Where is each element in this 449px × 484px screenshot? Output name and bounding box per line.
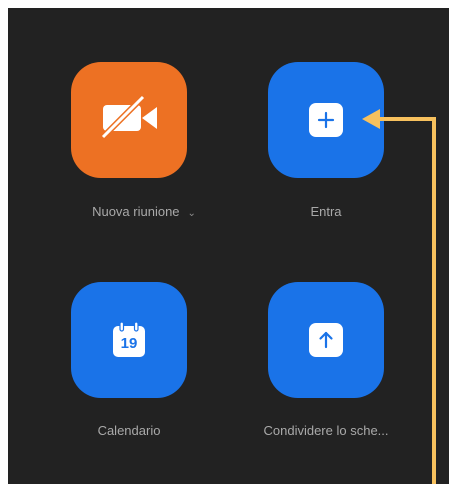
new-meeting-label[interactable]: Nuova riunione ⌄ xyxy=(92,204,196,219)
plus-icon xyxy=(309,103,343,137)
chevron-down-icon[interactable]: ⌄ xyxy=(188,208,196,219)
arrow-up-icon xyxy=(309,323,343,357)
schedule-label[interactable]: Calendario xyxy=(98,423,161,438)
video-off-icon xyxy=(97,93,161,148)
join-button[interactable] xyxy=(268,62,384,178)
schedule-button[interactable]: 19 xyxy=(71,282,187,398)
new-meeting-button[interactable] xyxy=(71,62,187,178)
share-screen-button[interactable] xyxy=(268,282,384,398)
home-panel: Nuova riunione ⌄ Entra 19 Calendario Con… xyxy=(8,8,449,484)
share-screen-label[interactable]: Condividere lo sche... xyxy=(263,423,388,438)
calendar-date: 19 xyxy=(120,335,138,352)
calendar-icon: 19 xyxy=(111,321,147,359)
join-label[interactable]: Entra xyxy=(310,204,341,219)
